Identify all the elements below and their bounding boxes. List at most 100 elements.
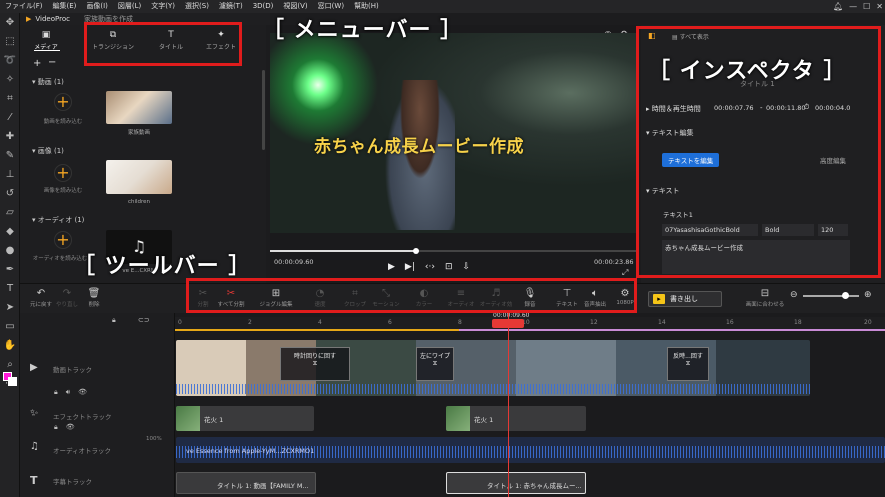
lasso-icon[interactable]: ➰ [0, 51, 20, 70]
history-brush-icon[interactable]: ↺ [0, 184, 20, 203]
window-controls: 🔔︎ — ☐ ✕ [833, 0, 883, 13]
stamp-icon[interactable]: ⊥ [0, 165, 20, 184]
delete-button[interactable]: 🗑︎ 削除 [79, 288, 109, 308]
video-section-label: 動画 (1) [37, 78, 64, 86]
playhead[interactable] [508, 313, 509, 497]
healing-icon[interactable]: ✚ [0, 127, 20, 146]
work-area-bar[interactable] [175, 329, 885, 331]
video-title-overlay[interactable]: 赤ちゃん成長ムービー作成 [314, 132, 524, 157]
path-select-icon[interactable]: ➤ [0, 298, 20, 317]
audio-section-header[interactable]: ▾ オーディオ (1) [32, 215, 84, 225]
magic-wand-icon[interactable]: ✧ [0, 70, 20, 89]
menu-filter[interactable]: 濾鏡(T) [214, 0, 248, 13]
ruler-tick: 12 [590, 319, 598, 326]
subtitle-track-icon: T [30, 474, 38, 487]
menu-select[interactable]: 選択(S) [180, 0, 214, 13]
video-track-label: 動画トラック [53, 366, 92, 374]
play-segment-icon[interactable]: ▶| [405, 262, 415, 272]
menubar-highlight-box [84, 22, 242, 66]
maximize-icon[interactable]: ☐ [863, 2, 870, 11]
remove-media-icon[interactable]: − [48, 57, 56, 68]
volume-icon[interactable]: 🔊︎ [66, 388, 70, 397]
bell-icon[interactable]: 🔔︎ [833, 2, 843, 11]
transition-label: 反時...回す [673, 353, 703, 360]
title-clip-name: タイトル 1: 赤ちゃん成長ムー... [487, 482, 582, 490]
effect-clip[interactable]: 花火 1 [176, 406, 314, 431]
ruler-tick: 16 [726, 319, 734, 326]
hand-icon[interactable]: ✋ [0, 336, 20, 355]
preview-progress-knob[interactable] [413, 248, 419, 254]
tab-media[interactable]: ▣ メディア [30, 30, 62, 51]
title-clip-selected[interactable]: タイトル 1: 赤ちゃん成長ムー... [446, 472, 586, 494]
marquee-icon[interactable]: ⬚ [0, 32, 20, 51]
fullscreen-icon[interactable]: ⤢ [622, 268, 628, 278]
title-clip[interactable]: タイトル 1: 動画【FAMILY M... [176, 472, 316, 494]
effect-clip[interactable]: 花火 1 [446, 406, 586, 431]
menu-image[interactable]: 画像(I) [81, 0, 113, 13]
snapshot-icon[interactable]: ⊡ [445, 262, 453, 272]
zoom-slider-knob[interactable] [842, 292, 849, 299]
import-audio-button[interactable]: + [54, 231, 72, 249]
add-to-timeline-icon[interactable]: ⇩ [463, 262, 471, 272]
eye-icon[interactable]: 👁︎ [78, 388, 87, 397]
background-color-swatch[interactable] [8, 377, 17, 386]
bucket-icon[interactable]: ◆ [0, 222, 20, 241]
link-icon[interactable]: ⊂⊃ [138, 316, 150, 324]
dodge-icon[interactable]: ● [0, 241, 20, 260]
minimize-icon[interactable]: — [849, 2, 857, 11]
ruler-tick: 4 [318, 319, 322, 326]
pen-icon[interactable]: ✒ [0, 260, 20, 279]
menu-text[interactable]: 文字(Y) [146, 0, 180, 13]
ruler-tick: 18 [794, 319, 802, 326]
eyedropper-icon[interactable]: ⁄ [0, 108, 20, 127]
image-section-header[interactable]: ▾ 画像 (1) [32, 146, 64, 156]
lock-icon[interactable]: 🔒︎ [54, 423, 58, 432]
ruler-tick: 14 [658, 319, 666, 326]
close-icon[interactable]: ✕ [876, 2, 883, 11]
type-icon[interactable]: T [0, 279, 20, 298]
step-icon[interactable]: ‹·› [425, 262, 435, 272]
import-video-button[interactable]: + [54, 93, 72, 111]
ruler-tick: 0 [178, 319, 182, 326]
title-clip-name: タイトル 1: 動画【FAMILY M... [217, 482, 309, 490]
video-thumbnail[interactable] [106, 91, 172, 124]
transition-clip[interactable]: 反時...回す ⧖ [667, 347, 709, 381]
zoom-slider-track[interactable] [803, 295, 859, 297]
export-button[interactable]: ▸ 書き出し [648, 291, 722, 307]
lock-icon[interactable]: 🔒︎ [54, 388, 58, 397]
redo-button[interactable]: ↷ やり直し [52, 288, 82, 308]
add-media-icon[interactable]: + [33, 58, 41, 69]
menu-edit[interactable]: 編集(E) [48, 0, 82, 13]
video-thumbnail-label: 家族動画 [127, 130, 150, 136]
trash-icon: 🗑︎ [87, 288, 101, 299]
eye-icon[interactable]: 👁︎ [66, 423, 75, 432]
lock-all-icon[interactable]: 🔒︎ [112, 316, 116, 325]
video-section-header[interactable]: ▾ 動画 (1) [32, 77, 64, 87]
audio-section-label: オーディオ (1) [37, 216, 85, 224]
media-scrollbar[interactable] [262, 70, 265, 150]
audio-track-volume[interactable]: 100% [146, 436, 162, 442]
move-icon[interactable]: ✥ [0, 13, 20, 32]
zoom-in-icon[interactable]: ⊕ [864, 290, 872, 300]
preview-total-time: 00:00:23.86 [594, 258, 634, 266]
brush-icon[interactable]: ✎ [0, 146, 20, 165]
import-image-button[interactable]: + [54, 164, 72, 182]
export-icon: ▸ [653, 294, 665, 304]
crop-icon[interactable]: ⌗ [0, 89, 20, 108]
image-thumbnail[interactable] [106, 160, 172, 194]
zoom-out-icon[interactable]: ⊖ [790, 290, 798, 300]
shape-icon[interactable]: ▭ [0, 317, 20, 336]
menu-file[interactable]: ファイル(F) [0, 0, 48, 13]
fit-screen-label: 画面に合わせる [745, 302, 785, 308]
preview-current-time: 00:00:09.60 [274, 258, 314, 266]
effect-clip-thumb [446, 406, 470, 431]
play-icon[interactable]: ▶ [388, 262, 395, 272]
fit-screen-button[interactable]: ⊟ 画面に合わせる [740, 288, 790, 308]
transition-clip[interactable]: 左にワイプ ⧖ [416, 347, 454, 381]
menu-layer[interactable]: 図層(L) [113, 0, 146, 13]
redo-icon: ↷ [62, 288, 72, 299]
eraser-icon[interactable]: ▱ [0, 203, 20, 222]
transition-clip[interactable]: 時計回りに回す ⧖ [280, 347, 350, 381]
effect-track-controls: 🔒︎ 👁︎ [54, 423, 75, 432]
effect-track-icon: ✨︎ [30, 408, 39, 419]
